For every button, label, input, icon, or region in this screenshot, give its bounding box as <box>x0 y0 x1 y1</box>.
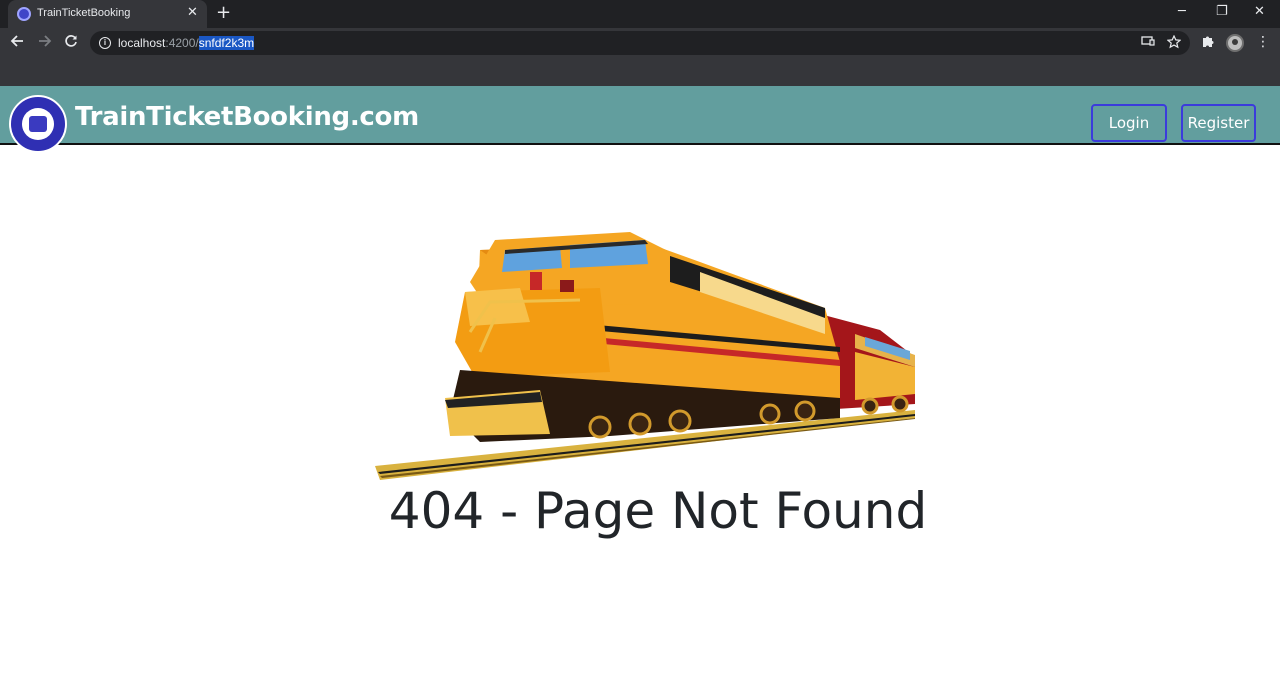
bookmark-bar <box>0 58 1280 86</box>
indian-railways-logo[interactable] <box>9 95 67 153</box>
tab-title: TrainTicketBooking <box>37 7 131 19</box>
reload-button[interactable] <box>64 34 78 52</box>
star-icon[interactable] <box>1166 34 1182 53</box>
url-host: localhost <box>118 36 166 50</box>
back-button[interactable] <box>10 34 24 52</box>
logo-core <box>29 116 47 132</box>
brand-title[interactable]: TrainTicketBooking.com <box>75 102 419 132</box>
train-illustration <box>375 232 915 480</box>
forward-button[interactable] <box>38 34 52 52</box>
favicon-icon <box>17 7 31 21</box>
url-path-selected: snfdf2k3m <box>198 36 255 50</box>
arrow-right-icon <box>39 35 52 47</box>
browser-toolbar: i localhost:4200/snfdf2k3m <box>0 28 1280 58</box>
new-tab-button[interactable]: + <box>216 3 231 23</box>
url-port: :4200/ <box>165 36 199 50</box>
avatar[interactable] <box>1226 34 1244 52</box>
browser-tab-strip: TrainTicketBooking ✕ + ─ ❐ ✕ <box>0 0 1280 28</box>
kebab-menu-icon[interactable]: ⋮ <box>1256 34 1270 50</box>
browser-tab[interactable]: TrainTicketBooking ✕ <box>8 0 207 28</box>
login-button[interactable]: Login <box>1091 104 1167 142</box>
restore-button[interactable]: ❐ <box>1216 4 1228 20</box>
close-window-button[interactable]: ✕ <box>1254 4 1265 20</box>
reload-icon <box>65 35 77 47</box>
site-navbar: TrainTicketBooking.com Login Register <box>0 86 1280 153</box>
puzzle-icon[interactable] <box>1201 34 1215 52</box>
url-text[interactable]: localhost:4200/snfdf2k3m <box>118 36 255 50</box>
minimize-button[interactable]: ─ <box>1178 4 1186 20</box>
cast-icon[interactable] <box>1141 35 1155 51</box>
tab-close-icon[interactable]: ✕ <box>187 5 198 21</box>
register-button[interactable]: Register <box>1181 104 1256 142</box>
error-heading: 404 - Page Not Found <box>388 482 928 540</box>
info-icon[interactable]: i <box>99 37 111 49</box>
arrow-left-icon <box>10 35 23 47</box>
logo-emblem <box>22 108 54 140</box>
address-bar[interactable]: i localhost:4200/snfdf2k3m <box>90 31 1190 55</box>
